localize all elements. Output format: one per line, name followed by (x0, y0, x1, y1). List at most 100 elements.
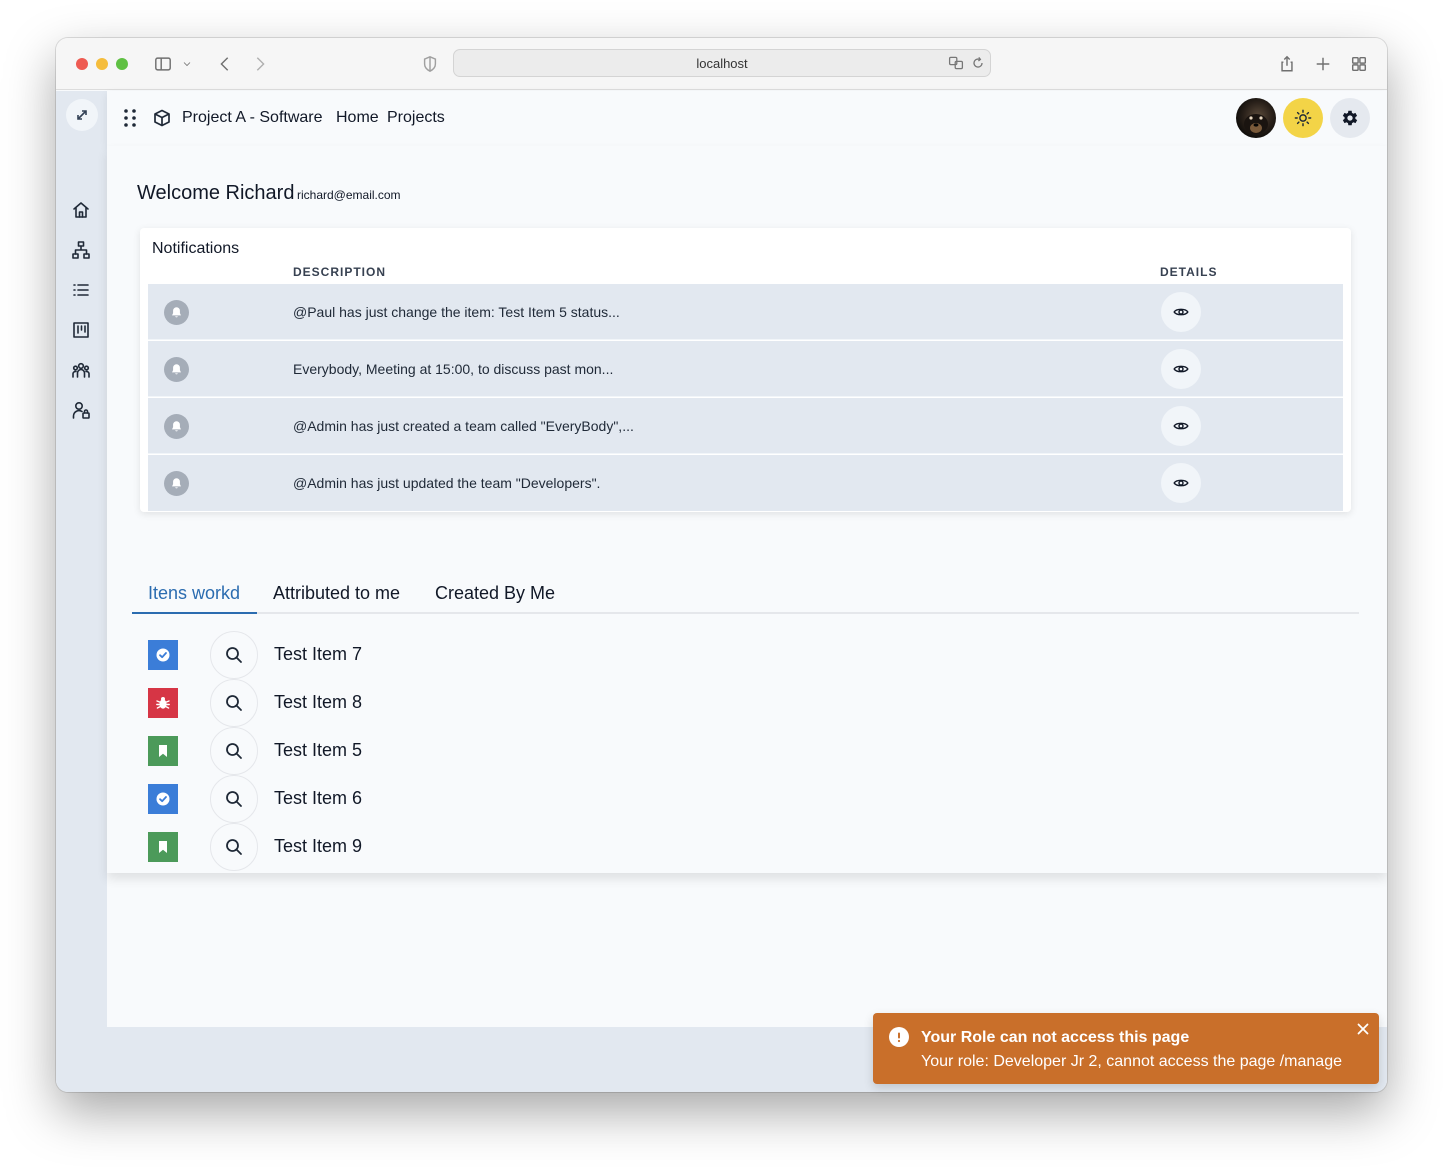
sun-icon (1294, 109, 1312, 127)
reload-icon[interactable] (970, 55, 986, 71)
open-item-button[interactable] (210, 679, 258, 727)
notification-description: @Admin has just updated the team "Develo… (293, 475, 601, 491)
expand-icon (77, 110, 87, 120)
access-denied-toast: Your Role can not access this page Your … (873, 1013, 1379, 1084)
sidebar-item-team[interactable] (70, 359, 92, 381)
active-tab-indicator (132, 612, 257, 614)
app-sidebar (56, 91, 107, 1092)
list-icon (73, 284, 89, 296)
app-header: Project A - Software Home Projects (107, 91, 1387, 146)
bell-icon (164, 414, 189, 439)
view-details-button[interactable] (1161, 292, 1201, 332)
search-icon (226, 695, 242, 711)
tab-itens-workd[interactable]: Itens workd (148, 583, 240, 604)
nav-projects-link[interactable]: Projects (387, 109, 445, 127)
table-row: @Admin has just created a team called "E… (148, 398, 1343, 454)
eye-icon (1173, 479, 1189, 487)
notification-description: Everybody, Meeting at 15:00, to discuss … (293, 361, 614, 377)
bell-icon (164, 300, 189, 325)
sidebar-toggle-icon[interactable] (152, 53, 174, 75)
items-tabs: Itens workd Attributed to me Created By … (132, 568, 1359, 614)
open-item-button[interactable] (210, 823, 258, 871)
bell-icon (164, 357, 189, 382)
eye-icon (1173, 365, 1189, 373)
search-icon (226, 647, 242, 663)
view-details-button[interactable] (1161, 463, 1201, 503)
project-title-link[interactable]: Project A - Software (182, 109, 323, 127)
item-name[interactable]: Test Item 9 (274, 836, 362, 857)
bookmark-icon (148, 832, 178, 862)
toast-title: Your Role can not access this page (921, 1029, 1190, 1046)
open-item-button[interactable] (210, 775, 258, 823)
bug-icon (148, 688, 178, 718)
search-icon (226, 743, 242, 759)
sidebar-item-hierarchy[interactable] (70, 239, 92, 261)
settings-button[interactable] (1330, 98, 1370, 138)
search-icon (226, 839, 242, 855)
sidebar-expand-button[interactable] (66, 99, 98, 131)
list-item: Test Item 6 (148, 775, 748, 823)
tab-attributed-to-me[interactable]: Attributed to me (273, 583, 400, 604)
share-icon[interactable] (1276, 53, 1298, 75)
close-icon[interactable] (1355, 1021, 1371, 1037)
column-header-details: DETAILS (1160, 265, 1218, 279)
bell-icon (164, 471, 189, 496)
open-item-button[interactable] (210, 631, 258, 679)
list-item: Test Item 9 (148, 823, 748, 871)
translate-icon[interactable] (948, 55, 964, 71)
back-icon[interactable] (214, 53, 236, 75)
sidebar-item-home[interactable] (70, 199, 92, 221)
eye-icon (1173, 308, 1189, 316)
task-icon (148, 784, 178, 814)
new-tab-icon[interactable] (1312, 53, 1334, 75)
open-item-button[interactable] (210, 727, 258, 775)
alert-icon (889, 1027, 909, 1047)
shield-icon[interactable] (419, 53, 441, 75)
user-lock-icon (72, 401, 90, 419)
main-content: Welcome Richard richard@email.com Notifi… (107, 146, 1387, 873)
page-title: Welcome Richard (137, 182, 295, 204)
list-item: Test Item 8 (148, 679, 748, 727)
avatar[interactable] (1236, 98, 1276, 138)
item-name[interactable]: Test Item 5 (274, 740, 362, 761)
view-details-button[interactable] (1161, 406, 1201, 446)
notifications-card: Notifications DESCRIPTION DETAILS @Paul … (140, 228, 1351, 512)
list-item: Test Item 7 (148, 631, 748, 679)
forward-icon[interactable] (249, 53, 271, 75)
list-item: Test Item 5 (148, 727, 748, 775)
notification-description: @Paul has just change the item: Test Ite… (293, 304, 620, 320)
toast-message: Your role: Developer Jr 2, cannot access… (921, 1053, 1342, 1070)
user-email: richard@email.com (297, 188, 401, 202)
item-name[interactable]: Test Item 8 (274, 692, 362, 713)
maximize-window-button[interactable] (116, 58, 128, 70)
project-cube-icon (153, 109, 171, 127)
browser-window: localhost Project A - Software Home Proj… (56, 38, 1387, 1092)
nav-home-link[interactable]: Home (336, 109, 379, 127)
sidebar-item-list[interactable] (70, 279, 92, 301)
theme-toggle-button[interactable] (1283, 98, 1323, 138)
browser-toolbar: localhost (56, 38, 1387, 90)
tab-overview-icon[interactable] (1348, 53, 1370, 75)
apps-grid-icon[interactable] (122, 108, 138, 128)
view-details-button[interactable] (1161, 349, 1201, 389)
sidebar-item-user-access[interactable] (70, 399, 92, 421)
sidebar-item-board[interactable] (70, 319, 92, 341)
eye-icon (1173, 422, 1189, 430)
minimize-window-button[interactable] (96, 58, 108, 70)
table-row: @Paul has just change the item: Test Ite… (148, 284, 1343, 340)
close-window-button[interactable] (76, 58, 88, 70)
item-name[interactable]: Test Item 6 (274, 788, 362, 809)
hierarchy-icon (72, 241, 90, 259)
home-icon (73, 202, 89, 218)
tab-created-by-me[interactable]: Created By Me (435, 583, 555, 604)
item-name[interactable]: Test Item 7 (274, 644, 362, 665)
notification-description: @Admin has just created a team called "E… (293, 418, 634, 434)
gear-icon (1342, 110, 1358, 126)
notifications-title: Notifications (152, 240, 240, 257)
table-row: Everybody, Meeting at 15:00, to discuss … (148, 341, 1343, 397)
search-icon (226, 791, 242, 807)
chevron-down-icon[interactable] (180, 53, 194, 75)
team-icon (72, 362, 90, 378)
url-text: localhost (696, 55, 748, 71)
address-bar[interactable]: localhost (453, 49, 991, 77)
